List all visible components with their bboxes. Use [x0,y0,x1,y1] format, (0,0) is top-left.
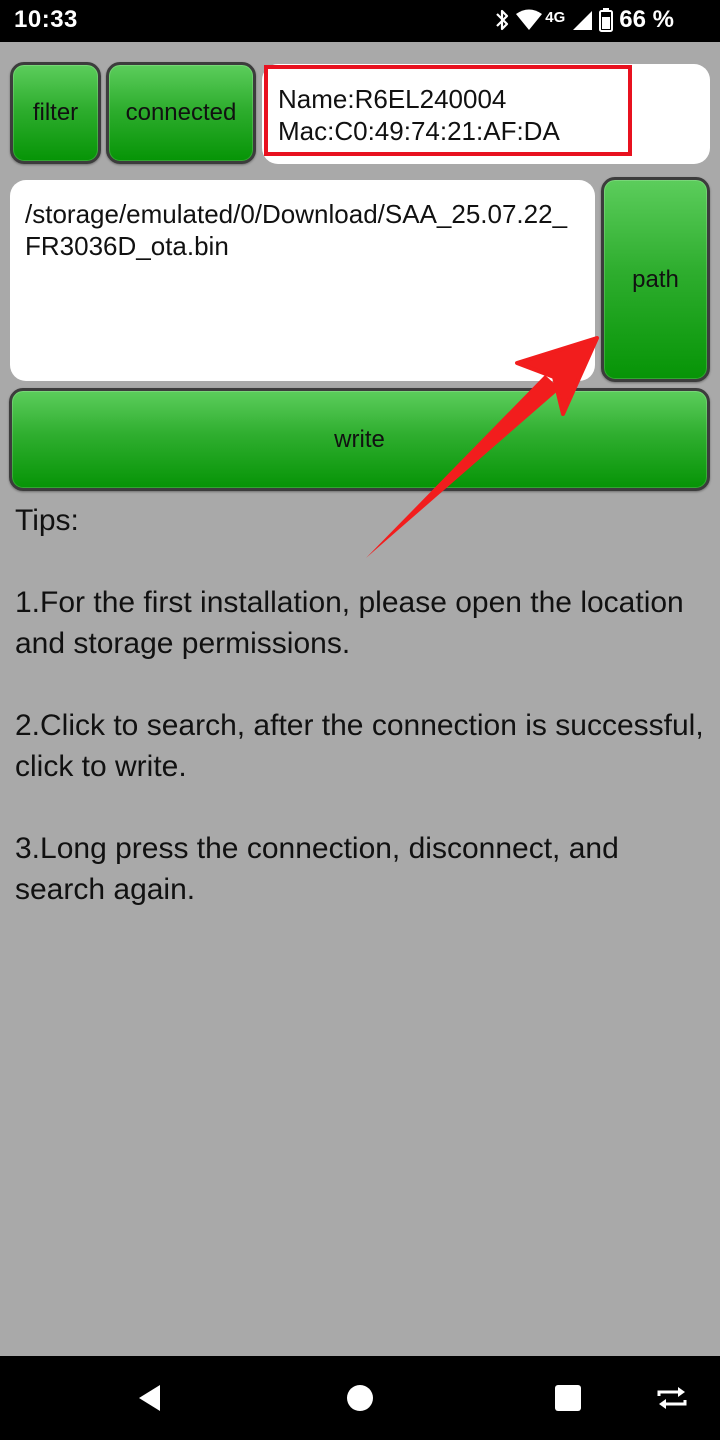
file-path-field[interactable]: /storage/emulated/0/Download/SAA_25.07.2… [10,180,595,381]
device-name: Name:R6EL240004 [278,84,507,114]
device-info-highlight: Name:R6EL240004 Mac:C0:49:74:21:AF:DA [264,65,632,156]
home-icon[interactable] [330,1356,390,1440]
file-path-text: /storage/emulated/0/Download/SAA_25.07.2… [25,199,568,261]
battery-percent: 66 % [619,6,674,33]
app-screen: 10:33 4G 66 % filter connected Name:R6EL… [0,0,720,1440]
recents-icon[interactable] [538,1356,598,1440]
signal-icon [571,9,593,31]
back-icon[interactable] [120,1356,180,1440]
tip-item-1: 1.For the first installation, please ope… [15,586,684,660]
path-button[interactable]: path [601,177,710,382]
tip-item-2: 2.Click to search, after the connection … [15,709,704,783]
navigation-bar [0,1356,720,1440]
tip-item-3: 3.Long press the connection, disconnect,… [15,832,619,906]
device-mac: Mac:C0:49:74:21:AF:DA [278,116,560,146]
rotate-icon[interactable] [642,1356,702,1440]
wifi-icon [515,9,543,31]
status-bar: 10:33 4G 66 % [0,0,720,42]
connected-button[interactable]: connected [106,62,256,164]
status-icons: 4G 66 % [495,6,674,34]
status-time: 10:33 [14,6,78,33]
tips-section: Tips: 1.For the first installation, plea… [15,500,705,910]
write-button[interactable]: write [9,388,710,491]
network-type-label: 4G [545,8,566,26]
tips-heading: Tips: [15,504,79,537]
bluetooth-icon [495,8,509,32]
battery-icon [599,8,614,32]
filter-button[interactable]: filter [10,62,101,164]
